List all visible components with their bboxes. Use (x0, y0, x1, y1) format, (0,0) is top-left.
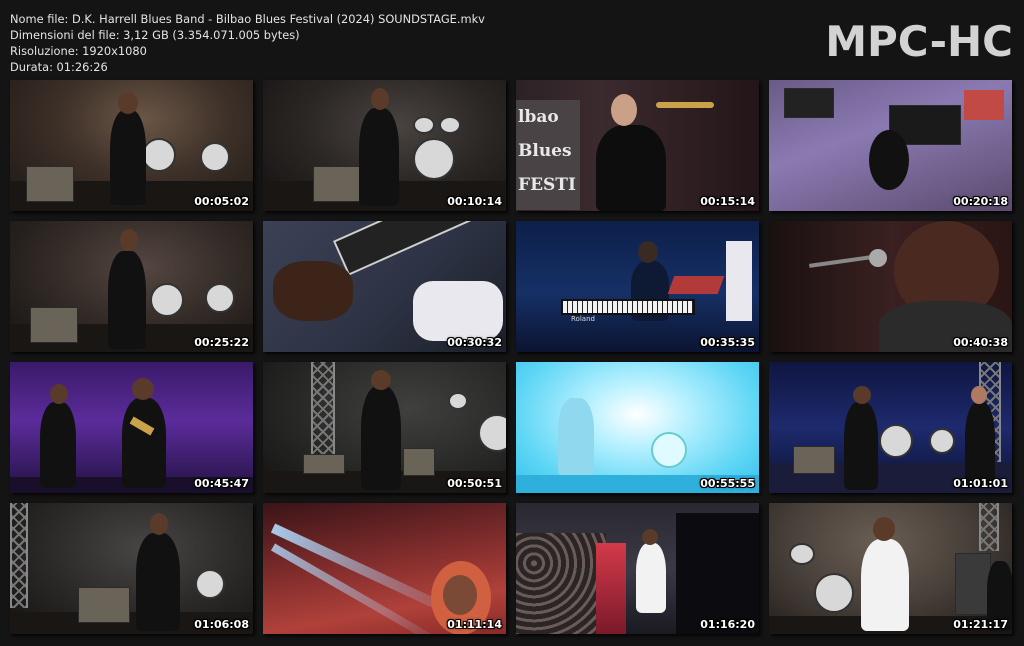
thumbnail-1[interactable]: 00:05:02 (10, 80, 253, 211)
stage-scene (263, 362, 506, 493)
stage-scene (769, 80, 1012, 211)
thumbnail-8[interactable]: 00:40:38 (769, 221, 1012, 352)
thumbnail-11[interactable]: 00:55:55 (516, 362, 759, 493)
file-resolution: Risoluzione: 1920x1080 (10, 44, 147, 58)
thumbnail-7[interactable]: Roland 00:35:35 (516, 221, 759, 352)
crowd-scene (516, 503, 759, 634)
thumbnail-16[interactable]: 01:21:17 (769, 503, 1012, 634)
keyboard-brand: Roland (571, 315, 595, 323)
timestamp: 01:11:14 (447, 618, 502, 631)
stage-scene (10, 362, 253, 493)
timestamp: 00:15:14 (700, 195, 755, 208)
stage-scene: Roland (516, 221, 759, 352)
festival-banner: lbao Blues FESTI (516, 100, 580, 210)
stage-scene (263, 80, 506, 211)
stage-scene (10, 221, 253, 352)
thumbnail-5[interactable]: 00:25:22 (10, 221, 253, 352)
timestamp: 01:01:01 (953, 477, 1008, 490)
thumbnail-3[interactable]: lbao Blues FESTI 00:15:14 (516, 80, 759, 211)
thumbnail-2[interactable]: 00:10:14 (263, 80, 506, 211)
stage-scene (769, 362, 1012, 493)
thumbnail-13[interactable]: 01:06:08 (10, 503, 253, 634)
timestamp: 00:40:38 (953, 336, 1008, 349)
timestamp: 00:35:35 (700, 336, 755, 349)
timestamp: 00:30:32 (447, 336, 502, 349)
thumbnail-6[interactable]: 00:30:32 (263, 221, 506, 352)
timestamp: 00:50:51 (447, 477, 502, 490)
timestamp: 00:25:22 (194, 336, 249, 349)
timestamp: 01:16:20 (700, 618, 755, 631)
guitar-closeup (263, 221, 506, 352)
mpc-hc-logo: MPC-HC (825, 17, 1013, 66)
thumbnail-grid: 00:05:02 00:10:14 lbao Blues FESTI 00:15… (10, 80, 1013, 634)
stage-scene (10, 80, 253, 211)
timestamp: 00:10:14 (447, 195, 502, 208)
file-duration: Durata: 01:26:26 (10, 60, 108, 74)
timestamp: 01:21:17 (953, 618, 1008, 631)
timestamp: 00:20:18 (953, 195, 1008, 208)
stage-scene (516, 362, 759, 493)
thumbnail-15[interactable]: 01:16:20 (516, 503, 759, 634)
timestamp: 00:45:47 (194, 477, 249, 490)
thumbnail-12[interactable]: 01:01:01 (769, 362, 1012, 493)
singer-closeup (769, 221, 1012, 352)
timestamp: 01:06:08 (194, 618, 249, 631)
file-info: Nome file: D.K. Harrell Blues Band - Bil… (10, 11, 485, 75)
thumbnail-4[interactable]: 00:20:18 (769, 80, 1012, 211)
stage-scene: lbao Blues FESTI (516, 80, 759, 211)
thumbnail-14[interactable]: 01:11:14 (263, 503, 506, 634)
timestamp: 00:05:02 (194, 195, 249, 208)
stage-scene (263, 503, 506, 634)
stage-scene (10, 503, 253, 634)
stage-scene (769, 503, 1012, 634)
file-name: Nome file: D.K. Harrell Blues Band - Bil… (10, 12, 485, 26)
timestamp: 00:55:55 (700, 477, 755, 490)
file-size: Dimensioni del file: 3,12 GB (3.354.071.… (10, 28, 300, 42)
thumbnail-10[interactable]: 00:50:51 (263, 362, 506, 493)
thumbnail-9[interactable]: 00:45:47 (10, 362, 253, 493)
